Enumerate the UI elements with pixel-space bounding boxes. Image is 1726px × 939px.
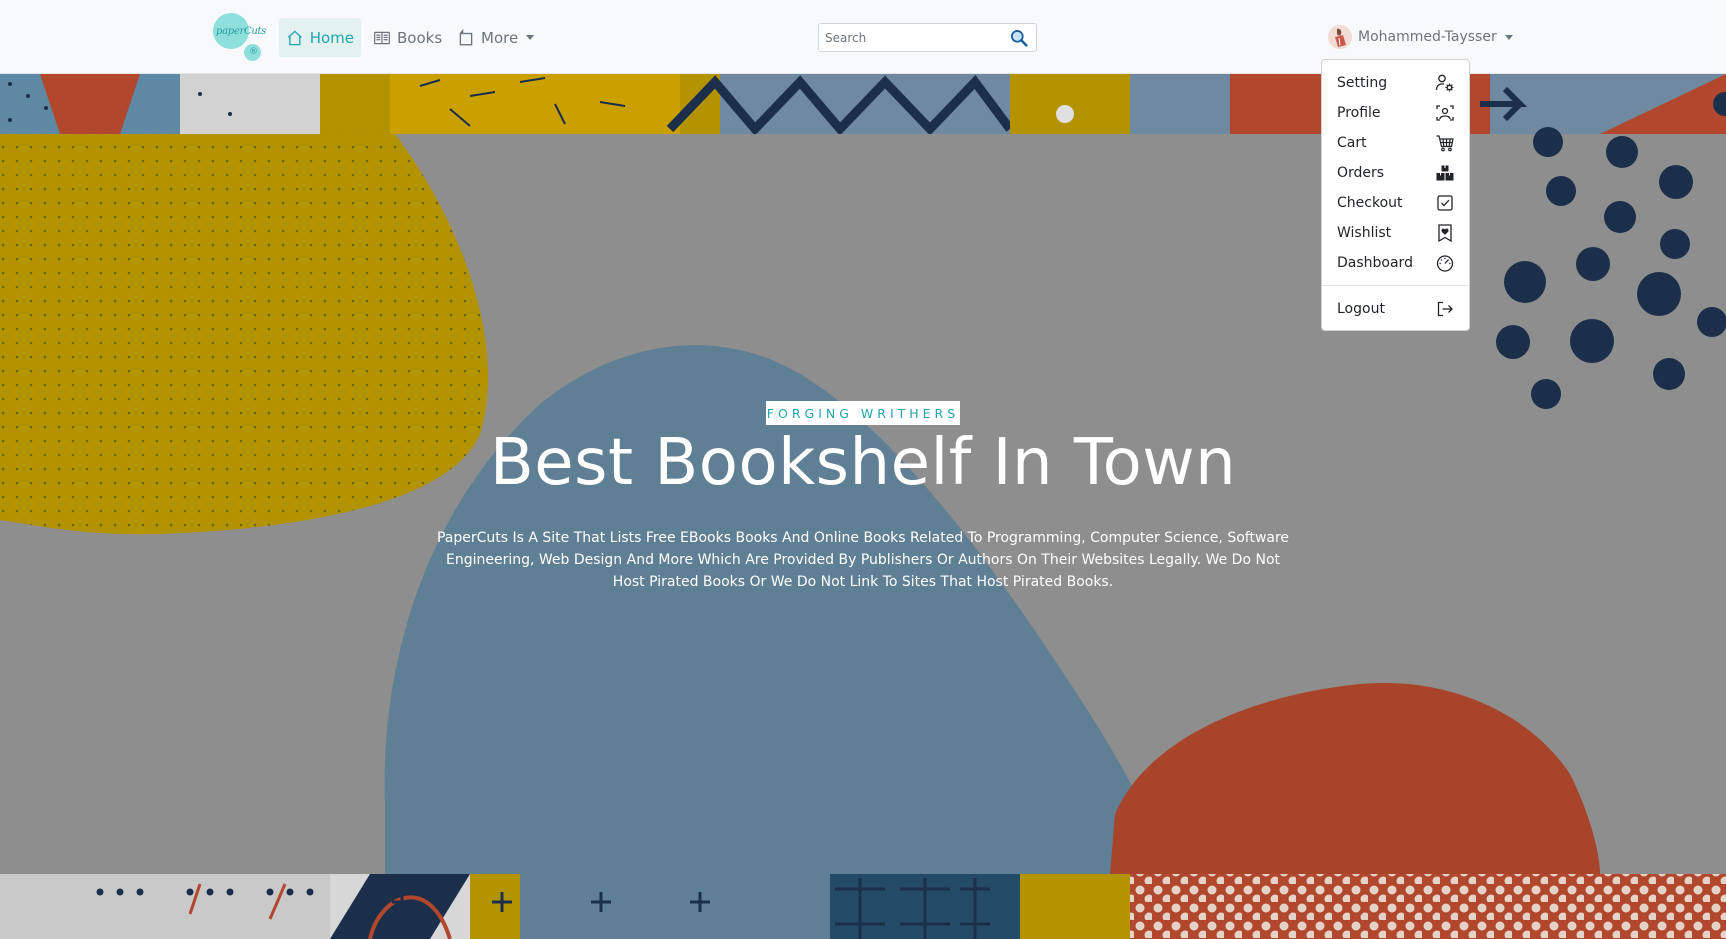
menu-item-label: Wishlist — [1337, 225, 1392, 241]
menu-item-label: Setting — [1337, 75, 1388, 91]
menu-item-label: Profile — [1337, 105, 1381, 121]
user-name: Mohammed-Taysser — [1358, 29, 1497, 45]
bookmark-heart-icon — [1438, 224, 1452, 243]
menu-item-label: Checkout — [1337, 195, 1403, 211]
box-arrow-right-icon — [1437, 301, 1453, 317]
logo-text: paperCuts — [216, 26, 267, 37]
search-icon[interactable] — [1010, 29, 1028, 47]
nav-more-dropdown[interactable]: More — [450, 18, 541, 57]
person-badge-icon — [1436, 105, 1454, 121]
nav-books-link[interactable]: Books — [366, 18, 449, 57]
menu-item-logout[interactable]: Logout — [1322, 294, 1469, 324]
nav-books-label: Books — [397, 28, 443, 47]
person-gear-icon — [1435, 74, 1454, 92]
menu-item-wishlist[interactable]: Wishlist — [1322, 218, 1469, 248]
logo-registered-mark: ® — [249, 47, 258, 57]
house-icon — [287, 29, 302, 45]
menu-item-label: Cart — [1337, 135, 1367, 151]
menu-divider — [1322, 285, 1469, 286]
chevron-down-icon — [1504, 34, 1513, 40]
menu-item-setting[interactable]: Setting — [1322, 68, 1469, 98]
menu-item-label: Logout — [1337, 301, 1385, 317]
book-open-icon — [374, 31, 390, 44]
hero-tagline: FORGING WRITHERS — [766, 401, 960, 425]
boxes-icon — [1436, 165, 1454, 181]
menu-item-orders[interactable]: Orders — [1322, 158, 1469, 188]
box-icon — [459, 28, 473, 45]
cart-icon — [1436, 135, 1454, 152]
menu-item-label: Orders — [1337, 165, 1385, 181]
nav-more-label: More — [481, 28, 519, 47]
search-form — [818, 23, 1037, 52]
brand-logo[interactable]: paperCuts ® — [212, 11, 267, 63]
chevron-down-icon — [526, 35, 535, 40]
menu-item-checkout[interactable]: Checkout — [1322, 188, 1469, 218]
nav-home-link[interactable]: Home — [279, 18, 361, 57]
menu-item-dashboard[interactable]: Dashboard — [1322, 248, 1469, 278]
user-dropdown-menu: Setting Profile Cart Orders Checkout Wis… — [1321, 59, 1470, 331]
speedometer-icon — [1436, 255, 1454, 272]
menu-item-cart[interactable]: Cart — [1322, 128, 1469, 158]
nav-home-label: Home — [309, 28, 354, 47]
hero-title: Best Bookshelf In Town — [489, 426, 1237, 500]
user-menu-toggle[interactable]: Mohammed-Taysser — [1328, 23, 1513, 51]
search-input[interactable] — [825, 28, 995, 47]
menu-item-profile[interactable]: Profile — [1322, 98, 1469, 128]
check-square-icon — [1437, 195, 1453, 211]
hero-description: PaperCuts Is A Site That Lists Free EBoo… — [436, 530, 1290, 590]
menu-item-label: Dashboard — [1337, 255, 1413, 271]
user-avatar-icon — [1328, 25, 1352, 49]
